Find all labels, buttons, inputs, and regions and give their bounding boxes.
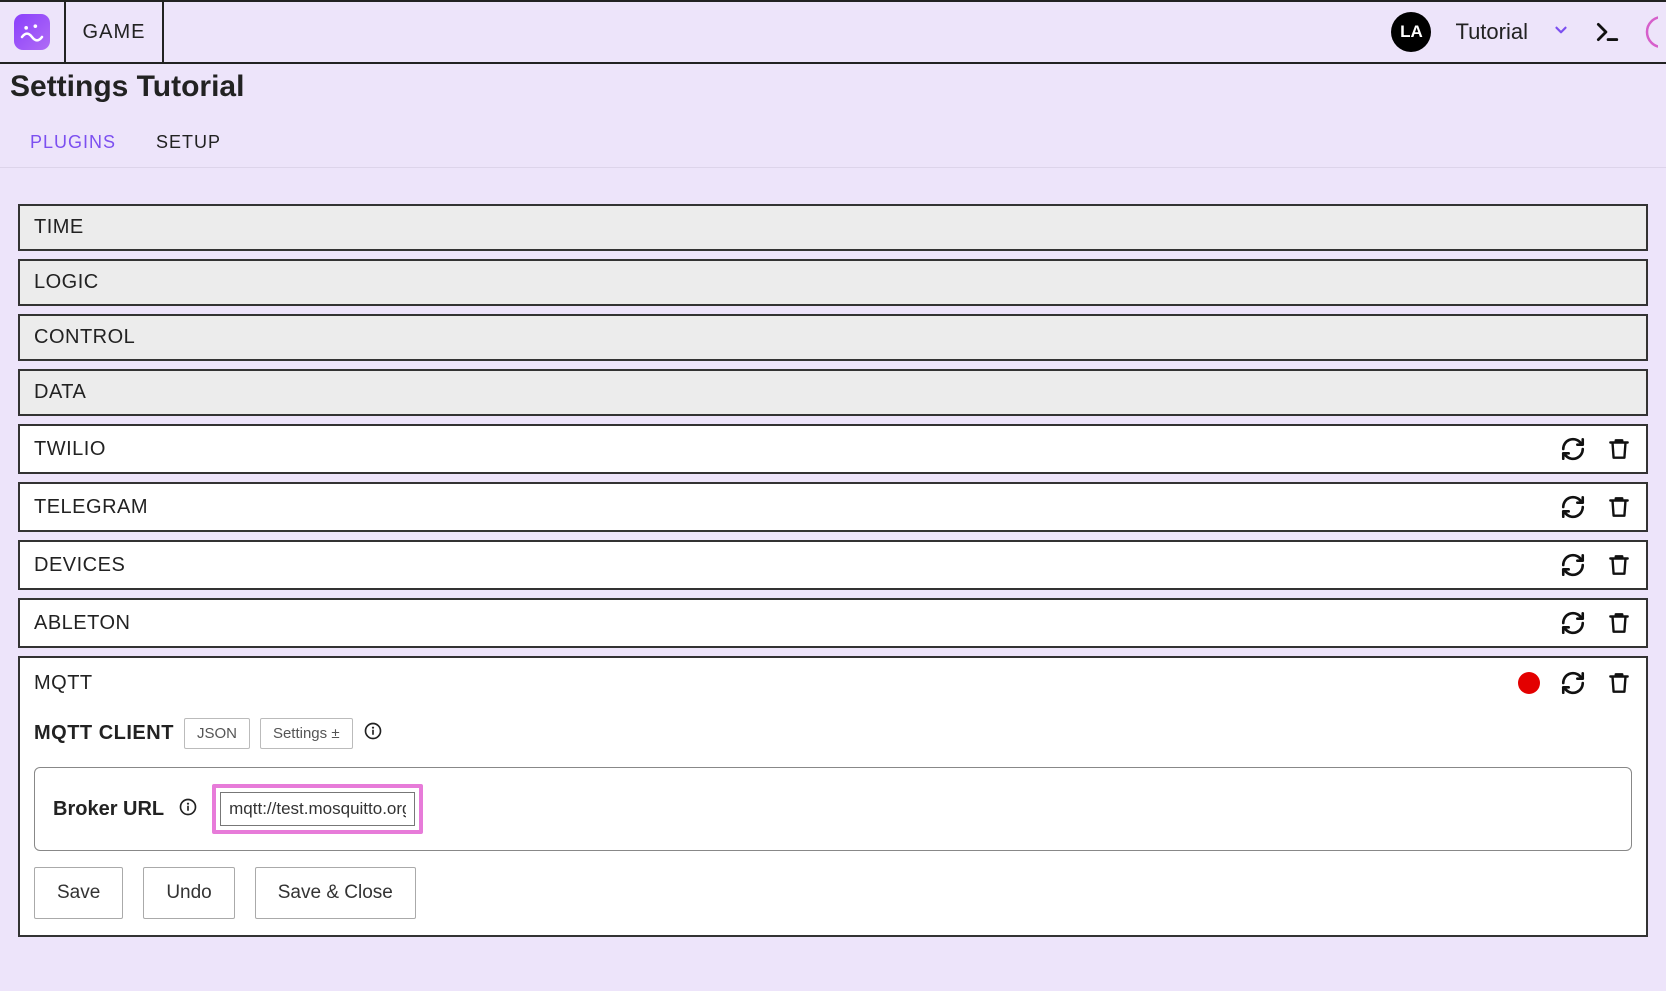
refresh-icon[interactable] bbox=[1560, 552, 1586, 578]
app-logo-icon bbox=[14, 14, 50, 50]
json-button[interactable]: JSON bbox=[184, 718, 250, 749]
plugin-label: TIME bbox=[34, 216, 84, 239]
project-name-label: Tutorial bbox=[1455, 19, 1528, 45]
save-button[interactable]: Save bbox=[34, 867, 123, 919]
avatar[interactable]: LA bbox=[1391, 12, 1431, 52]
tabs: PLUGINS SETUP bbox=[0, 104, 1666, 168]
help-icon[interactable] bbox=[1644, 14, 1658, 50]
logo-cell[interactable] bbox=[0, 2, 66, 62]
chevron-down-icon bbox=[1552, 19, 1570, 45]
tab-setup[interactable]: SETUP bbox=[156, 132, 221, 153]
plugin-label: DEVICES bbox=[34, 554, 125, 577]
broker-url-input[interactable] bbox=[220, 792, 415, 826]
trash-icon[interactable] bbox=[1606, 494, 1632, 520]
plugin-row-twilio[interactable]: TWILIO bbox=[18, 424, 1648, 474]
plugin-label: MQTT bbox=[34, 672, 93, 695]
plugin-label: TELEGRAM bbox=[34, 496, 148, 519]
plugin-row-mqtt-expanded: MQTT MQTT CLIENT JSON Settings ± Broker … bbox=[18, 656, 1648, 937]
refresh-icon[interactable] bbox=[1560, 494, 1586, 520]
refresh-icon[interactable] bbox=[1560, 610, 1586, 636]
top-bar: GAME LA Tutorial bbox=[0, 0, 1666, 64]
plugin-list: TIME LOGIC CONTROL DATA TWILIO TELEGRAM … bbox=[0, 168, 1666, 937]
plugin-row-ableton[interactable]: ABLETON bbox=[18, 598, 1648, 648]
plugin-row-telegram[interactable]: TELEGRAM bbox=[18, 482, 1648, 532]
trash-icon[interactable] bbox=[1606, 436, 1632, 462]
project-selector[interactable]: Tutorial bbox=[1455, 19, 1570, 45]
plugin-row-control[interactable]: CONTROL bbox=[18, 314, 1648, 361]
trash-icon[interactable] bbox=[1606, 552, 1632, 578]
settings-toggle-button[interactable]: Settings ± bbox=[260, 718, 353, 749]
game-mode-button[interactable]: GAME bbox=[66, 2, 164, 62]
plugin-label: DATA bbox=[34, 381, 86, 404]
tab-plugins[interactable]: PLUGINS bbox=[30, 132, 116, 153]
terminal-icon[interactable] bbox=[1594, 19, 1620, 45]
save-close-button[interactable]: Save & Close bbox=[255, 867, 416, 919]
info-icon[interactable] bbox=[363, 721, 383, 746]
plugin-label: LOGIC bbox=[34, 271, 99, 294]
plugin-row-logic[interactable]: LOGIC bbox=[18, 259, 1648, 306]
plugin-label: TWILIO bbox=[34, 438, 106, 461]
refresh-icon[interactable] bbox=[1560, 670, 1586, 696]
mqtt-client-heading: MQTT CLIENT bbox=[34, 722, 174, 745]
status-dot-disconnected-icon bbox=[1518, 672, 1540, 694]
broker-url-card: Broker URL bbox=[34, 767, 1632, 851]
broker-url-highlight bbox=[212, 784, 423, 834]
trash-icon[interactable] bbox=[1606, 670, 1632, 696]
refresh-icon[interactable] bbox=[1560, 436, 1586, 462]
plugin-row-devices[interactable]: DEVICES bbox=[18, 540, 1648, 590]
plugin-row-time[interactable]: TIME bbox=[18, 204, 1648, 251]
page-title: Settings Tutorial bbox=[0, 64, 1666, 104]
plugin-label: CONTROL bbox=[34, 326, 135, 349]
info-icon[interactable] bbox=[178, 797, 198, 822]
plugin-label: ABLETON bbox=[34, 612, 131, 635]
trash-icon[interactable] bbox=[1606, 610, 1632, 636]
undo-button[interactable]: Undo bbox=[143, 867, 234, 919]
broker-url-label: Broker URL bbox=[53, 798, 164, 821]
plugin-row-data[interactable]: DATA bbox=[18, 369, 1648, 416]
